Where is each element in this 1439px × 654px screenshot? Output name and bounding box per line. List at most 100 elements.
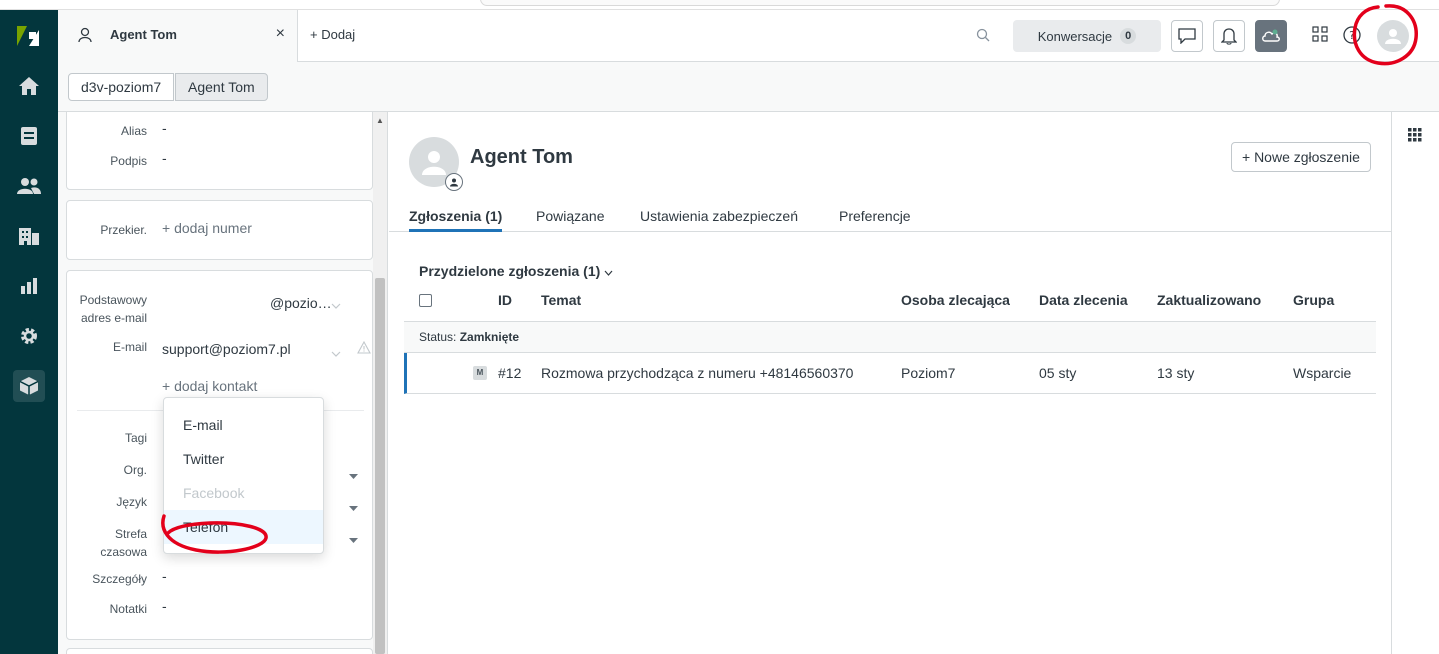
- identity-card: Alias - Podpis -: [66, 112, 373, 190]
- user-main-content: Agent Tom + Nowe zgłoszenie Zgłoszenia (…: [389, 112, 1391, 654]
- timezone-caret-icon[interactable]: [349, 531, 358, 547]
- org-caret-icon[interactable]: [349, 467, 358, 483]
- tab-preferences[interactable]: Preferencje: [839, 208, 911, 232]
- primary-email-label-2: adres e-mail: [80, 311, 147, 325]
- notes-label: Notatki: [109, 602, 147, 616]
- breadcrumb-user[interactable]: Agent Tom: [175, 73, 268, 101]
- warning-icon: [357, 340, 371, 357]
- search-icon[interactable]: [976, 28, 990, 45]
- chevron-down-icon: [604, 270, 613, 276]
- email-value[interactable]: support@poziom7.pl: [162, 341, 291, 357]
- tab-agent-tom[interactable]: Agent Tom ×: [58, 10, 298, 62]
- add-number-link[interactable]: + dodaj numer: [162, 220, 252, 236]
- forwarding-card: Przekier. + dodaj numer: [66, 200, 373, 260]
- signature-value[interactable]: -: [162, 150, 167, 166]
- add-contact-link[interactable]: + dodaj kontakt: [162, 378, 257, 394]
- conversations-label: Konwersacje: [1037, 28, 1113, 44]
- address-bar[interactable]: [480, 0, 1280, 6]
- users-icon[interactable]: [13, 170, 45, 202]
- settings-icon[interactable]: [13, 320, 45, 352]
- conversations-count: 0: [1120, 28, 1137, 44]
- add-contact-dropdown: E-mail Twitter Facebook Telefon: [163, 397, 324, 554]
- ticket-requester[interactable]: Poziom7: [901, 365, 955, 381]
- table-row[interactable]: M #12 Rozmowa przychodząca z numeru +481…: [404, 353, 1376, 394]
- breadcrumb: d3v-poziom7 Agent Tom: [58, 62, 1439, 112]
- status-prefix: Status:: [419, 330, 457, 344]
- grid-icon[interactable]: [1312, 26, 1328, 45]
- add-tab-button[interactable]: + Dodaj: [310, 27, 355, 42]
- email-label: E-mail: [112, 340, 147, 354]
- primary-email-select[interactable]: @pozio…: [270, 295, 332, 311]
- dropdown-item-facebook: Facebook: [183, 485, 245, 501]
- ticket-group: Wsparcie: [1293, 365, 1352, 381]
- ticket-type-badge: M: [473, 366, 487, 380]
- tab-security-settings[interactable]: Ustawienia zabezpieczeń: [640, 208, 798, 232]
- timezone-label-1: Strefa: [114, 527, 147, 541]
- ticket-subject[interactable]: Rozmowa przychodząca z numeru +481465603…: [541, 365, 853, 381]
- language-label: Język: [116, 495, 147, 509]
- page-title: Agent Tom: [470, 146, 573, 168]
- details-label: Szczegóły: [92, 572, 147, 586]
- bell-icon[interactable]: [1213, 20, 1245, 52]
- timezone-label-2: czasowa: [100, 545, 147, 559]
- column-header-updated[interactable]: Zaktualizowano: [1157, 292, 1261, 308]
- scrollbar-thumb[interactable]: [375, 278, 385, 654]
- ticket-updated: 13 sty: [1157, 365, 1195, 381]
- assigned-tickets-title[interactable]: Przydzielone zgłoszenia (1): [419, 263, 613, 279]
- home-icon[interactable]: [13, 70, 45, 102]
- context-panel-bar: [1391, 112, 1439, 654]
- tickets-icon[interactable]: [13, 120, 45, 152]
- chevron-down-icon[interactable]: [331, 345, 341, 361]
- user-properties-panel: Alias - Podpis - Przekier. + dodaj numer…: [58, 112, 388, 654]
- dropdown-item-telefon[interactable]: Telefon: [164, 510, 323, 544]
- apps-grid-icon[interactable]: [1408, 128, 1422, 145]
- alias-value[interactable]: -: [162, 120, 167, 136]
- language-caret-icon[interactable]: [349, 499, 358, 515]
- chevron-down-icon[interactable]: [331, 297, 341, 313]
- status-group-row: Status: Zamknięte: [404, 321, 1376, 353]
- status-badge: Zamknięte: [459, 330, 520, 344]
- ticket-id[interactable]: #12: [498, 365, 521, 381]
- scroll-up-icon[interactable]: ▲: [376, 116, 384, 125]
- primary-email-label-1: Podstawowy: [79, 293, 147, 307]
- column-header-id[interactable]: ID: [498, 292, 512, 308]
- chat-icon[interactable]: [1171, 20, 1203, 52]
- alias-label: Alias: [120, 124, 147, 138]
- conversations-button[interactable]: Konwersacje 0: [1013, 20, 1161, 52]
- apps-icon[interactable]: [13, 370, 45, 402]
- avatar[interactable]: [1377, 20, 1409, 52]
- notes-value[interactable]: -: [162, 598, 167, 614]
- new-ticket-button[interactable]: + Nowe zgłoszenie: [1231, 142, 1371, 172]
- dropdown-item-twitter[interactable]: Twitter: [164, 442, 323, 476]
- dropdown-item-email[interactable]: E-mail: [164, 408, 323, 442]
- select-all-checkbox[interactable]: [419, 294, 432, 307]
- main-nav: [0, 10, 58, 654]
- forward-label: Przekier.: [100, 223, 147, 237]
- organizations-icon[interactable]: [13, 220, 45, 252]
- zendesk-logo-icon[interactable]: [15, 26, 43, 48]
- tab-tickets[interactable]: Zgłoszenia (1): [409, 208, 503, 232]
- ticket-requested: 05 sty: [1039, 365, 1077, 381]
- column-header-group[interactable]: Grupa: [1293, 292, 1334, 308]
- help-icon[interactable]: ?: [1343, 26, 1361, 47]
- top-header: Agent Tom × + Dodaj Konwersacje 0 ?: [58, 10, 1439, 62]
- tab-label: Agent Tom: [110, 27, 177, 42]
- tab-related[interactable]: Powiązane: [536, 208, 605, 232]
- tags-label: Tagi: [124, 431, 147, 445]
- reports-icon[interactable]: [13, 270, 45, 302]
- next-card: [66, 648, 373, 654]
- column-header-requested[interactable]: Data zlecenia: [1039, 292, 1128, 308]
- column-header-subject[interactable]: Temat: [541, 292, 581, 308]
- assigned-tickets-label: Przydzielone zgłoszenia (1): [419, 263, 601, 279]
- column-header-requester[interactable]: Osoba zlecająca: [901, 292, 1010, 308]
- details-value[interactable]: -: [162, 568, 167, 584]
- close-icon[interactable]: ×: [276, 25, 285, 43]
- user-tabs: Zgłoszenia (1) Powiązane Ustawienia zabe…: [389, 206, 1391, 232]
- org-label: Org.: [123, 463, 147, 477]
- user-role-icon: [445, 173, 463, 191]
- user-avatar[interactable]: [409, 137, 463, 191]
- person-icon: [78, 27, 92, 46]
- cloud-icon[interactable]: [1255, 20, 1287, 52]
- signature-label: Podpis: [110, 154, 147, 168]
- breadcrumb-organization[interactable]: d3v-poziom7: [68, 73, 175, 101]
